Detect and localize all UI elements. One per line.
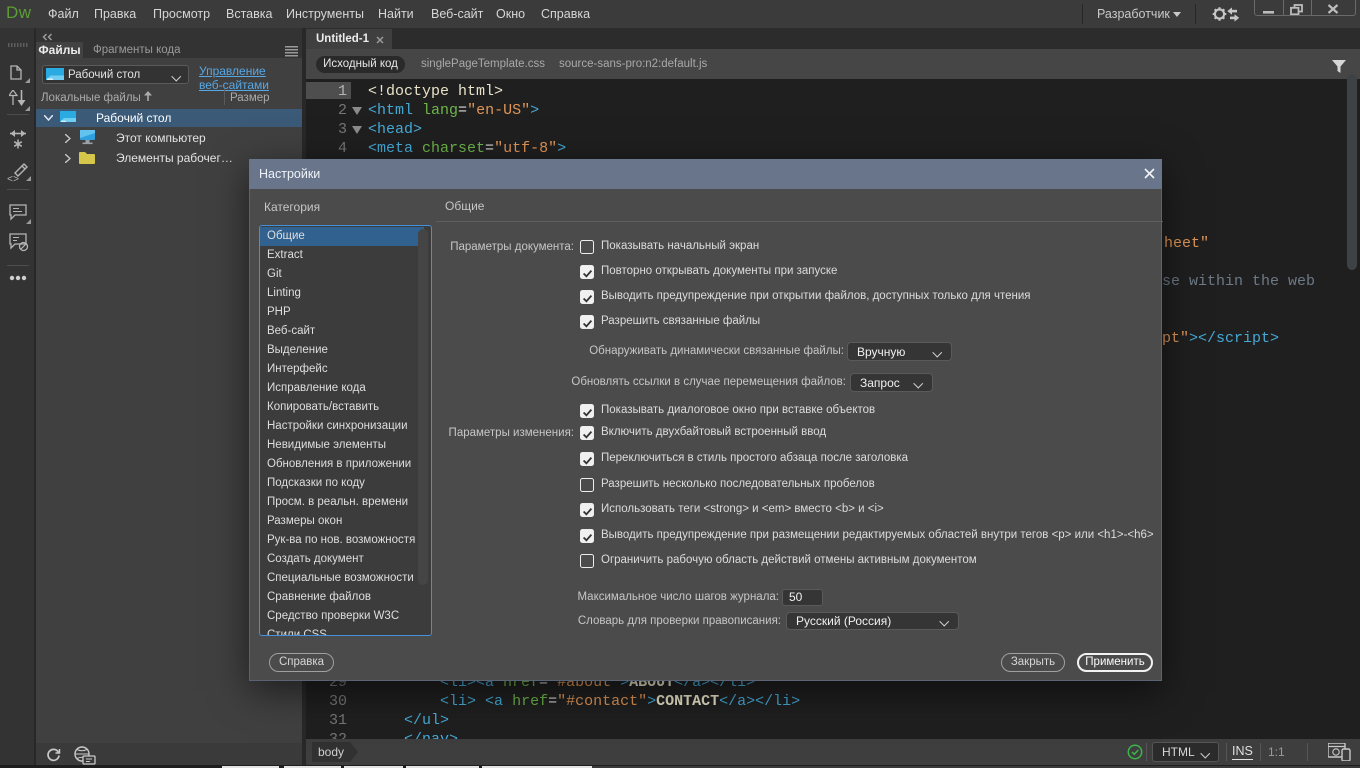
svg-text:<>: <> [7,175,19,183]
